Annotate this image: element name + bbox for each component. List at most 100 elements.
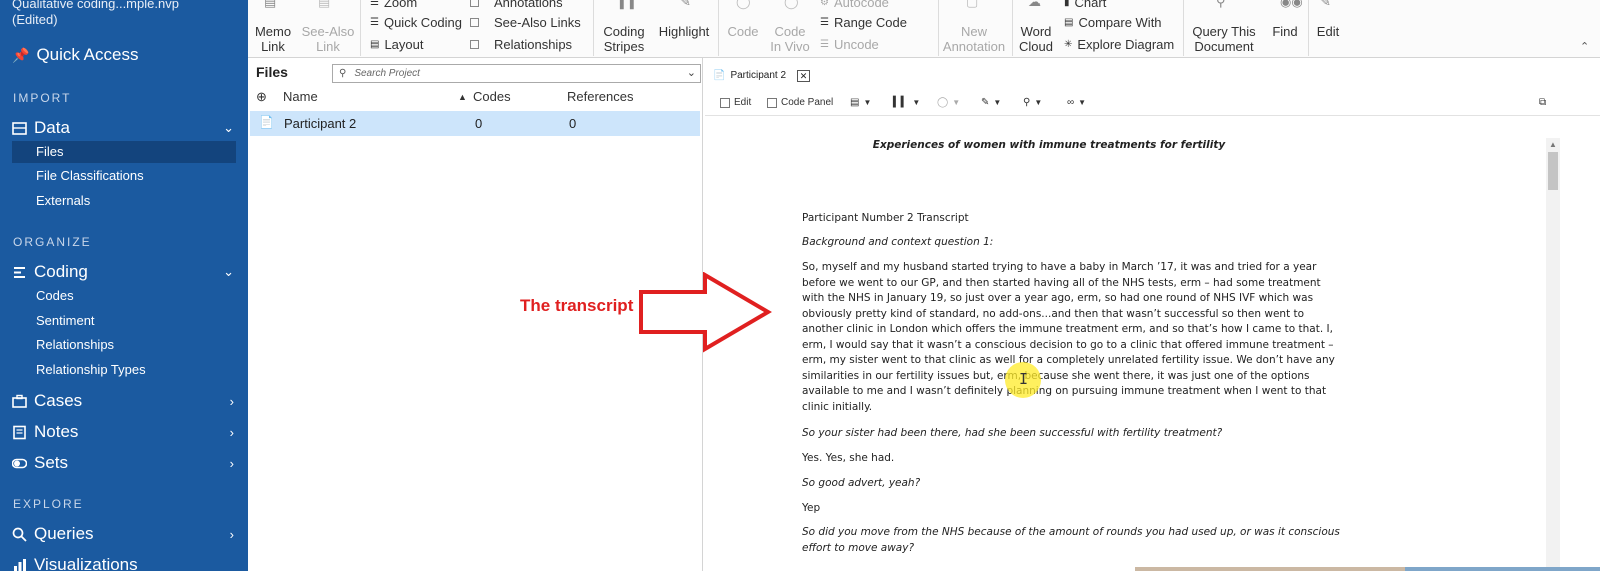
document-icon: 📄 (713, 70, 726, 81)
nav-group-cases[interactable]: Cases › (12, 391, 238, 411)
memo-dropdown[interactable]: ▤ ▼ (850, 97, 871, 108)
coding-stripes-dropdown[interactable]: ▍▍ ▼ (893, 97, 920, 108)
circle-icon: ◯ (937, 97, 949, 108)
code-in-vivo-button[interactable]: Code In Vivo (766, 24, 814, 54)
coding-icon (12, 265, 27, 280)
edit-button[interactable]: Edit (1310, 24, 1346, 39)
scroll-up-icon[interactable]: ▲ (1549, 140, 1557, 149)
zoom-dropdown[interactable]: ⚲ ▼ (1023, 97, 1042, 108)
collapse-ribbon-icon[interactable]: ⌃ (1580, 40, 1589, 53)
close-icon[interactable]: ✕ (797, 69, 811, 82)
chevron-right-icon: › (229, 526, 234, 542)
memo-link-icon: ▤ (264, 0, 277, 9)
chevron-down-icon: ▼ (952, 98, 961, 107)
section-explore: EXPLORE (13, 497, 84, 511)
coding-stripes-button[interactable]: Coding Stripes (598, 24, 650, 54)
query-this-document-button[interactable]: Query This Document (1186, 24, 1262, 54)
see-also-link-button[interactable]: See-Also Link (300, 24, 356, 54)
code-button[interactable]: Code (722, 24, 764, 39)
sets-icon (11, 456, 28, 471)
nav-group-queries[interactable]: Queries › (12, 524, 238, 544)
chart-icon: ▮ (1064, 0, 1070, 8)
answer-2: Yes. Yes, she had. (802, 452, 895, 464)
find-icon: ◉◉ (1280, 0, 1303, 9)
highlight-button[interactable]: Highlight (654, 24, 714, 39)
files-panel-title: Files (256, 64, 288, 80)
sidebar-item-sentiment[interactable]: Sentiment (12, 310, 236, 332)
chevron-right-icon: › (229, 455, 234, 471)
word-cloud-button[interactable]: Word Cloud (1016, 24, 1056, 54)
zoom-button[interactable]: ☰ Zoom (370, 0, 417, 10)
column-header-name[interactable]: Name (283, 89, 318, 104)
answer-1: So, myself and my husband started trying… (802, 261, 1335, 413)
zoom-icon: ☰ (370, 0, 379, 8)
chart-button[interactable]: ▮ Chart (1064, 0, 1106, 10)
checkbox-icon (470, 0, 479, 7)
document-icon: 📄 (259, 115, 274, 129)
column-header-references[interactable]: References (567, 89, 633, 104)
annotations-checkbox[interactable]: Annotations (470, 0, 563, 10)
sidebar-item-relationships[interactable]: Relationships (12, 334, 236, 356)
range-code-button[interactable]: ☰ Range Code (820, 15, 907, 30)
sidebar-item-codes[interactable]: Codes (12, 285, 236, 307)
quick-access-button[interactable]: 📌 Quick Access (12, 45, 138, 65)
uncode-button[interactable]: ☰ Uncode (820, 37, 879, 52)
video-thumbnail-strip (1405, 567, 1600, 571)
memo-icon: ▤ (850, 97, 860, 108)
section-organize: ORGANIZE (13, 235, 92, 249)
question-4: So did you move from the NHS because of … (802, 526, 1340, 554)
chevron-down-icon: ▼ (1034, 98, 1043, 107)
autocode-icon: ⚙ (820, 0, 829, 8)
nav-group-data[interactable]: Data ⌄ (12, 118, 238, 138)
uncode-icon: ☰ (820, 39, 829, 50)
range-code-icon: ☰ (820, 17, 829, 28)
nav-group-notes[interactable]: Notes › (12, 422, 238, 442)
edit-checkbox[interactable]: Edit (720, 97, 751, 108)
sidebar-item-externals[interactable]: Externals (12, 190, 236, 212)
sidebar-item-relationship-types[interactable]: Relationship Types (12, 359, 236, 381)
nav-group-visualizations[interactable]: Visualizations (12, 555, 238, 571)
checkbox-icon (720, 97, 730, 108)
compare-with-button[interactable]: ▤ Compare With (1064, 15, 1162, 30)
question-2: So your sister had been there, had she b… (802, 427, 1223, 439)
scroll-thumb[interactable] (1548, 152, 1558, 190)
see-also-links-checkbox[interactable]: See-Also Links (470, 15, 581, 30)
chevron-down-icon[interactable]: ⌄ (687, 66, 696, 79)
autocode-button[interactable]: ⚙ Autocode (820, 0, 889, 10)
sidebar-item-file-classifications[interactable]: File Classifications (12, 165, 236, 187)
word-cloud-icon: ☁ (1028, 0, 1041, 9)
table-row[interactable]: 📄 Participant 2 0 0 (250, 111, 700, 136)
layout-button[interactable]: ▤ Layout (370, 37, 424, 52)
column-header-codes[interactable]: Codes (473, 89, 511, 104)
memo-link-button[interactable]: Memo Link (252, 24, 294, 54)
highlight-dropdown[interactable]: ✎ ▼ (981, 97, 1001, 108)
undock-icon[interactable]: ⧉ (1539, 97, 1546, 108)
new-annotation-button[interactable]: New Annotation (942, 24, 1006, 54)
document-scrollbar[interactable]: ▲ (1546, 138, 1560, 570)
tab-participant-2[interactable]: 📄 Participant 2 ✕ (713, 67, 811, 84)
document-toolbar: Edit Code Panel ▤ ▼ ▍▍ ▼ ◯ ▼ ✎ ▼ ⚲ ▼ ∞ ▼ ⧉ (705, 92, 1600, 116)
search-placeholder: Search Project (354, 68, 420, 79)
relationships-checkbox[interactable]: Relationships (470, 37, 572, 52)
annotation-label: The transcript (520, 296, 634, 315)
find-button[interactable]: Find (1266, 24, 1304, 39)
checkbox-icon (470, 40, 479, 49)
pin-icon: 📌 (12, 46, 30, 63)
search-input[interactable]: ⚲ Search Project ⌄ (332, 64, 701, 83)
code-panel-checkbox[interactable]: Code Panel (767, 97, 833, 108)
shape-dropdown[interactable]: ◯ ▼ (937, 97, 960, 108)
search-icon: ⚲ (339, 68, 347, 79)
compare-icon: ▤ (1064, 17, 1074, 28)
edit-icon: ✎ (1320, 0, 1331, 9)
link-dropdown[interactable]: ∞ ▼ (1067, 97, 1086, 108)
nav-group-coding[interactable]: Coding ⌄ (12, 262, 238, 282)
layout-icon: ▤ (370, 39, 380, 50)
sidebar-item-files[interactable]: Files (12, 141, 236, 163)
document-content[interactable]: Experiences of women with immune treatme… (705, 118, 1548, 571)
quick-coding-button[interactable]: ☰ Quick Coding (370, 15, 462, 30)
explore-diagram-button[interactable]: ✳ Explore Diagram (1064, 37, 1174, 52)
checkbox-icon (470, 18, 479, 27)
add-column-icon[interactable]: ⊕ (256, 89, 267, 105)
navigation-sidebar: Qualitative coding...mple.nvp (Edited) 📌… (0, 0, 248, 571)
nav-group-sets[interactable]: Sets › (11, 453, 238, 473)
